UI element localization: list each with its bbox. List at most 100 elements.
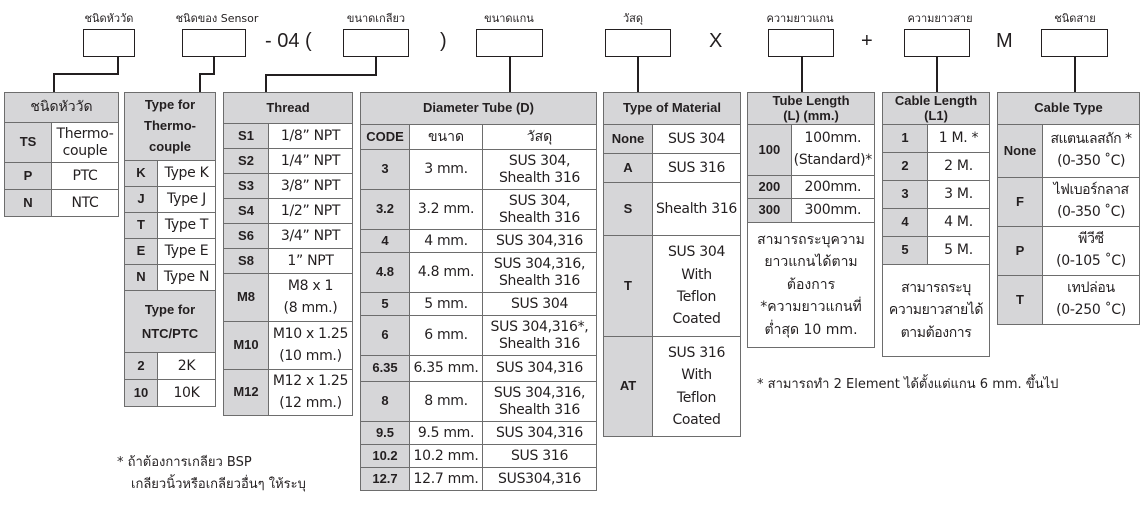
connector: [117, 57, 119, 74]
code-box-cable-type[interactable]: [1041, 29, 1108, 57]
value-line: (8 mm.): [283, 299, 338, 316]
material-cell: SUS 304,316: [482, 421, 597, 445]
size-cell: 4 mm.: [409, 229, 483, 253]
table-row: 66 mm. SUS 304,316*, Shealth 316: [360, 315, 597, 356]
title-line: couple: [149, 138, 191, 154]
value-cell: 1 M. *: [927, 124, 990, 153]
title-line: (L1): [924, 107, 948, 123]
table-row: 12.7 12.7 mm. SUS304,316: [360, 467, 597, 491]
value-cell: 4 M.: [927, 208, 990, 237]
code-cell: 6.35: [360, 355, 410, 382]
tube-length-table: Tube Length (L) (mm.) 100 100mm. (Standard)…: [747, 92, 876, 348]
value-line: เทปล่อน: [1067, 280, 1115, 297]
value-line: Coated: [672, 411, 721, 428]
cable-type-table: Cable Type None สแตนเลสถัก * (0-350 ˚C) Fไ…: [997, 92, 1140, 325]
value-cell: 5 M.: [927, 236, 990, 265]
table-row: S6 3/4” NPT: [223, 223, 353, 249]
value-cell: 2K: [157, 352, 216, 380]
note-line: สามารถระบุ: [901, 279, 971, 296]
value-line: 100mm.: [804, 130, 862, 147]
value-cell: 3/4” NPT: [268, 223, 353, 249]
material-cell: SUS 304, Shealth 316: [482, 189, 597, 230]
value-cell: M8 x 1 (8 mm.): [268, 273, 353, 322]
value-line: With: [681, 266, 712, 283]
code-box-diameter[interactable]: [476, 29, 543, 57]
connector: [801, 57, 803, 92]
value-line: พีวีซี: [1078, 231, 1104, 248]
code-cell: 5: [882, 236, 928, 265]
value-cell: SUS 304: [652, 124, 741, 154]
code-box-sensor-type[interactable]: [182, 29, 246, 57]
field-label-tube-length: ความยาวแกน: [766, 12, 834, 25]
code-cell: P: [4, 162, 52, 190]
footnote-line: * ถ้าต้องการเกลียว BSP: [117, 455, 252, 470]
code-box-cable-length[interactable]: [904, 29, 970, 57]
code-cell: None: [603, 124, 653, 154]
table-row: M8 M8 x 1 (8 mm.): [223, 273, 353, 322]
title-line: Type for: [144, 302, 196, 318]
code-box-sensor-head[interactable]: [83, 29, 135, 57]
table-row: S Shealth 316: [603, 182, 741, 236]
title-line: Cable Length: [894, 93, 978, 109]
value-line: With: [681, 367, 712, 384]
note-line: ต่ำสุด 10 mm.: [764, 321, 858, 338]
material-cell: SUS 304,316, Shealth 316: [482, 252, 597, 293]
value-line: (Standard)*: [793, 152, 873, 168]
connector: [637, 57, 639, 92]
value-line: (10 mm.): [279, 347, 342, 364]
value-line: M12 x 1.25: [272, 372, 349, 389]
size-cell: 6.35 mm.: [409, 355, 483, 382]
separator-close-paren: ): [440, 30, 447, 52]
cable-length-table: Cable Length (L1) 11 M. * 22 M. 33 M. 44 …: [882, 92, 990, 357]
value-line: SUS 304,316,: [493, 385, 586, 402]
value-cell: Shealth 316: [652, 182, 741, 236]
value-cell: 1/4” NPT: [268, 148, 353, 174]
element-footnote: * สามารถทำ 2 Element ได้ตั้งแต่แกน 6 mm.…: [757, 377, 1059, 392]
value-cell: สแตนเลสถัก * (0-350 ˚C): [1042, 124, 1140, 178]
table-row: K Type K: [124, 160, 216, 187]
value-line: (0-350 ˚C): [1057, 204, 1125, 220]
table-row: A SUS 316: [603, 153, 741, 183]
ntc-ptc-type-title: Type for NTC/PTC: [124, 290, 216, 353]
code-cell: 4: [360, 229, 410, 253]
note-line: สามารถระบุความ: [757, 232, 865, 249]
value-cell: 100mm. (Standard)*: [790, 124, 876, 176]
table-row: 6.35 6.35 mm. SUS 304,316: [360, 355, 597, 382]
value-line: Teflon: [676, 389, 717, 406]
value-line: Shealth 316: [498, 335, 581, 352]
connector: [509, 57, 511, 92]
field-label-sensor-head: ชนิดหัววัด: [84, 12, 134, 25]
material-title: Type of Material: [603, 92, 741, 125]
code-cell: K: [124, 160, 158, 187]
sensor-head-title: ชนิดหัววัด: [4, 92, 119, 123]
table-row: TS Thermo-couple: [4, 122, 119, 163]
value-line: (12 mm.): [279, 394, 342, 411]
value-cell: 2 M.: [927, 152, 990, 181]
separator-dash-04: - 04 (: [265, 30, 312, 52]
sensor-head-table: ชนิดหัววัด TS Thermo-couple P PTC N NTC: [4, 92, 119, 217]
value-cell: Type E: [157, 238, 216, 265]
code-cell: 3: [882, 180, 928, 209]
separator-m: M: [996, 30, 1013, 52]
table-row: T SUS 304 With Teflon Coated: [603, 235, 741, 337]
material-cell: SUS304,316: [482, 467, 597, 491]
code-cell: 1: [882, 124, 928, 153]
code-box-thread[interactable]: [343, 29, 409, 57]
table-row: 4.8 4.8 mm. SUS 304,316, Shealth 316: [360, 252, 597, 293]
size-cell: 3.2 mm.: [409, 189, 483, 230]
code-cell: N: [124, 264, 158, 291]
value-line: (0-250 ˚C): [1056, 302, 1126, 318]
code-cell: 300: [747, 198, 792, 223]
size-cell: 9.5 mm.: [409, 421, 483, 445]
code-box-tube-length[interactable]: [768, 29, 834, 57]
table-row: S2 1/4” NPT: [223, 148, 353, 174]
value-cell: 300mm.: [790, 198, 876, 223]
table-row: 10 10K: [124, 379, 216, 407]
code-cell: T: [603, 235, 653, 337]
code-box-material[interactable]: [605, 29, 671, 57]
diameter-table: Diameter Tube (D) CODE ขนาด วัสดุ 33 mm.…: [360, 92, 597, 491]
code-cell: 8: [360, 381, 410, 422]
value-line: M10 x 1.25: [272, 325, 349, 342]
thread-title: Thread: [223, 92, 353, 124]
value-line: ไฟเบอร์กลาส: [1053, 182, 1129, 199]
